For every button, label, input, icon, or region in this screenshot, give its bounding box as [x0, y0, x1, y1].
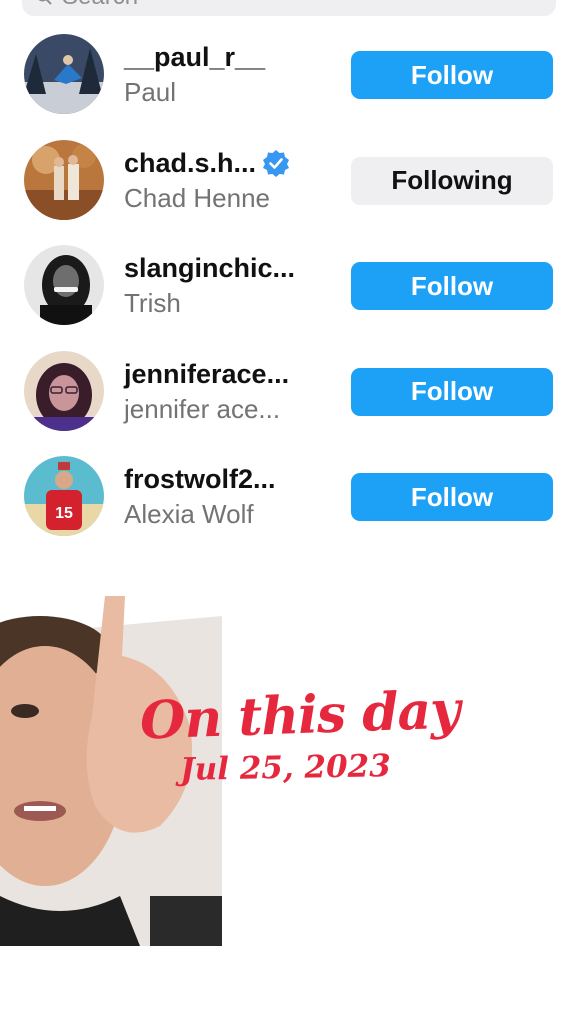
username: frostwolf2...: [124, 464, 276, 494]
list-item[interactable]: jenniferace... jennifer ace... Follow: [0, 337, 576, 443]
list-item[interactable]: slanginchic... Trish Follow: [0, 231, 576, 337]
username: jenniferace...: [124, 358, 290, 389]
memory-overlay: On this day Jul 25, 2023: [139, 679, 460, 788]
search-placeholder: Search: [62, 0, 138, 11]
user-names: slanginchic... Trish: [124, 251, 334, 321]
user-names: __paul_r__ Paul: [124, 40, 334, 110]
full-name: Alexia Wolf: [124, 499, 254, 529]
full-name: Chad Henne: [124, 182, 270, 213]
list-item[interactable]: 15 frostwolf2... Alexia Wolf Follow: [0, 442, 576, 548]
avatar[interactable]: [24, 139, 104, 220]
verified-badge-icon: [263, 149, 290, 177]
screen: Search __paul_r__ Paul Follow: [0, 0, 576, 1024]
list-item[interactable]: chad.s.h... Chad Henne Following: [0, 126, 576, 232]
memory-date: Jul 25, 2023: [179, 748, 391, 788]
user-names: frostwolf2... Alexia Wolf: [124, 462, 334, 532]
follow-button[interactable]: Follow: [351, 367, 553, 416]
follow-button[interactable]: Follow: [351, 262, 553, 310]
user-list: __paul_r__ Paul Follow chad.s.h... Chad …: [0, 20, 576, 548]
search-bar[interactable]: Search: [22, 0, 556, 16]
username: __paul_r__: [124, 42, 266, 72]
username: chad.s.h...: [124, 146, 334, 180]
full-name: Paul: [124, 77, 177, 107]
full-name: jennifer ace...: [124, 393, 281, 424]
avatar[interactable]: [24, 34, 104, 114]
following-button[interactable]: Following: [351, 156, 553, 205]
avatar[interactable]: [24, 245, 104, 325]
username: slanginchic...: [124, 253, 296, 283]
list-item[interactable]: __paul_r__ Paul Follow: [0, 20, 576, 126]
full-name: Trish: [124, 288, 181, 318]
follow-button[interactable]: Follow: [351, 473, 553, 521]
user-names: jenniferace... jennifer ace...: [124, 357, 334, 427]
svg-text:15: 15: [55, 505, 73, 522]
memory-title: On this day: [139, 679, 461, 752]
avatar[interactable]: 15: [24, 456, 104, 536]
search-icon: [38, 0, 52, 5]
follow-button[interactable]: Follow: [351, 51, 553, 99]
avatar[interactable]: [24, 350, 104, 431]
user-names: chad.s.h... Chad Henne: [124, 146, 334, 216]
